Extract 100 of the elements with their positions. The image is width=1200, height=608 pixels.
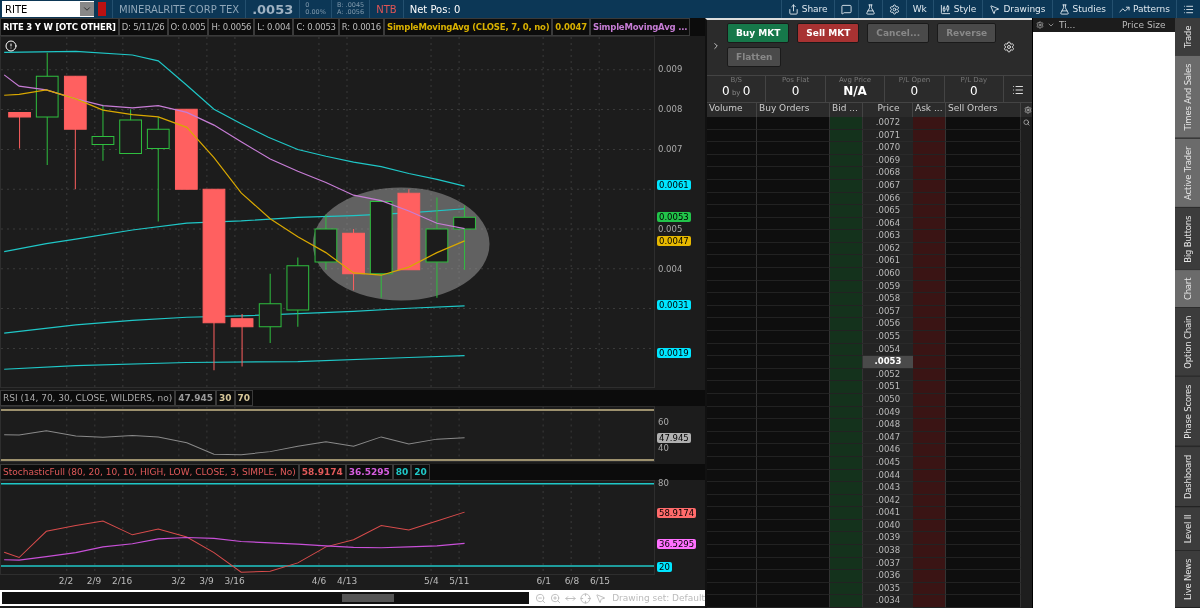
- buy-order-cell[interactable]: [757, 356, 830, 369]
- sell-order-cell[interactable]: [946, 356, 1021, 369]
- buy-order-cell[interactable]: [757, 293, 830, 306]
- search-icon[interactable]: [1023, 119, 1030, 126]
- buy-order-cell[interactable]: [757, 595, 830, 608]
- buy-order-cell[interactable]: [757, 255, 830, 269]
- price-level[interactable]: .0051: [863, 381, 913, 394]
- price-level[interactable]: .0041: [863, 507, 913, 520]
- buy-order-cell[interactable]: [757, 381, 830, 394]
- sell-order-cell[interactable]: [946, 381, 1021, 394]
- order-button[interactable]: Buy MKT: [727, 23, 790, 43]
- vertical-scrollbar[interactable]: [1021, 117, 1032, 608]
- pointer-icon[interactable]: [595, 592, 607, 604]
- sell-order-cell[interactable]: [946, 230, 1021, 243]
- side-tab[interactable]: Dashboard: [1175, 446, 1200, 507]
- drawing-set-label: Drawing set: Default: [612, 593, 705, 603]
- sell-order-cell[interactable]: [946, 142, 1021, 155]
- sell-order-cell[interactable]: [946, 482, 1021, 495]
- side-tab[interactable]: Phase Scores: [1175, 377, 1200, 447]
- buy-order-cell[interactable]: [757, 507, 830, 520]
- sell-order-cell[interactable]: [946, 318, 1021, 331]
- buy-order-cell[interactable]: [757, 142, 830, 155]
- ohlc-value: D: 5/11/26: [118, 18, 168, 36]
- caret-icon[interactable]: [1047, 21, 1055, 29]
- bid-size-cell: [830, 381, 863, 394]
- side-tab[interactable]: Times And Sales: [1175, 56, 1200, 139]
- price-level[interactable]: .0039: [863, 532, 913, 546]
- bid-size-cell: [830, 482, 863, 495]
- buy-order-cell[interactable]: [757, 482, 830, 495]
- settings-icon[interactable]: [1036, 21, 1044, 29]
- sell-order-cell[interactable]: [946, 293, 1021, 306]
- buy-order-cell[interactable]: [757, 318, 830, 331]
- buy-order-cell[interactable]: [757, 570, 830, 583]
- price-level[interactable]: .0053: [863, 356, 913, 369]
- bid-size-cell: [830, 268, 863, 281]
- buy-order-cell[interactable]: [757, 230, 830, 243]
- sell-order-cell[interactable]: [946, 205, 1021, 218]
- sell-order-cell[interactable]: [946, 507, 1021, 520]
- study-value: 80: [392, 464, 412, 480]
- buy-order-cell[interactable]: [757, 419, 830, 432]
- sell-order-cell[interactable]: [946, 331, 1021, 344]
- price-level[interactable]: .0063: [863, 230, 913, 243]
- price-level[interactable]: .0068: [863, 167, 913, 180]
- price-level[interactable]: .0048: [863, 419, 913, 432]
- side-tab[interactable]: Live News: [1175, 551, 1200, 608]
- price-level[interactable]: .0072: [863, 117, 913, 130]
- price-level[interactable]: .0046: [863, 444, 913, 457]
- sell-order-cell[interactable]: [946, 419, 1021, 432]
- buy-order-cell[interactable]: [757, 205, 830, 218]
- settings-icon[interactable]: [1024, 106, 1032, 114]
- buy-order-cell[interactable]: [757, 167, 830, 180]
- buy-order-cell[interactable]: [757, 532, 830, 546]
- price-level[interactable]: .0043: [863, 482, 913, 495]
- buy-order-cell[interactable]: [757, 268, 830, 281]
- study-value: 36.5295: [345, 464, 393, 480]
- sell-order-cell[interactable]: [946, 444, 1021, 457]
- scroll-thumb[interactable]: [342, 594, 394, 602]
- buy-order-cell[interactable]: [757, 545, 830, 558]
- study-label: SimpleMovingAvg (CLOSE, 7, 0, no): [384, 18, 553, 36]
- order-button[interactable]: Sell MKT: [797, 23, 860, 43]
- price-level[interactable]: .0036: [863, 570, 913, 583]
- alert-icon[interactable]: [5, 40, 17, 52]
- price-level[interactable]: .0070: [863, 142, 913, 155]
- zoom-in-icon[interactable]: [550, 592, 562, 604]
- sell-order-cell[interactable]: [946, 570, 1021, 583]
- price-level[interactable]: .0058: [863, 293, 913, 306]
- sell-order-cell[interactable]: [946, 532, 1021, 546]
- menu-icon[interactable]: [1012, 84, 1025, 96]
- candle: [453, 205, 476, 271]
- sell-order-cell[interactable]: [946, 268, 1021, 281]
- date-axis-label: 2/16: [112, 576, 133, 586]
- buy-order-cell[interactable]: [757, 117, 830, 130]
- buy-order-cell[interactable]: [757, 444, 830, 457]
- side-tab[interactable]: Trade: [1175, 18, 1200, 56]
- zoom-out-icon[interactable]: [535, 592, 547, 604]
- crosshair-icon[interactable]: [580, 592, 592, 604]
- price-level[interactable]: .0061: [863, 255, 913, 269]
- price-level[interactable]: .0065: [863, 205, 913, 218]
- horizontal-scrollbar[interactable]: [2, 592, 530, 604]
- expand-icon[interactable]: [711, 41, 721, 51]
- price-level[interactable]: .0055: [863, 331, 913, 344]
- ohlc-value: H: 0.0056: [208, 18, 255, 36]
- side-tab[interactable]: Big Buttons: [1175, 207, 1200, 271]
- sell-order-cell[interactable]: [946, 117, 1021, 130]
- price-level[interactable]: .0060: [863, 268, 913, 281]
- symbol-field[interactable]: RITE: [2, 1, 94, 17]
- settings-icon[interactable]: [1003, 41, 1015, 53]
- side-tab[interactable]: Active Trader: [1175, 138, 1200, 208]
- side-tab[interactable]: Option Chain: [1175, 308, 1200, 378]
- price-level[interactable]: .0056: [863, 318, 913, 331]
- sell-order-cell[interactable]: [946, 255, 1021, 269]
- buy-order-cell[interactable]: [757, 331, 830, 344]
- date-axis-label: 2/2: [58, 576, 74, 586]
- price-level[interactable]: .0038: [863, 545, 913, 558]
- sell-order-cell[interactable]: [946, 167, 1021, 180]
- price-level[interactable]: .0034: [863, 595, 913, 608]
- side-tab[interactable]: Level II: [1175, 506, 1200, 552]
- sell-order-cell[interactable]: [946, 595, 1021, 608]
- side-tab[interactable]: Chart: [1175, 270, 1200, 309]
- sell-order-cell[interactable]: [946, 545, 1021, 558]
